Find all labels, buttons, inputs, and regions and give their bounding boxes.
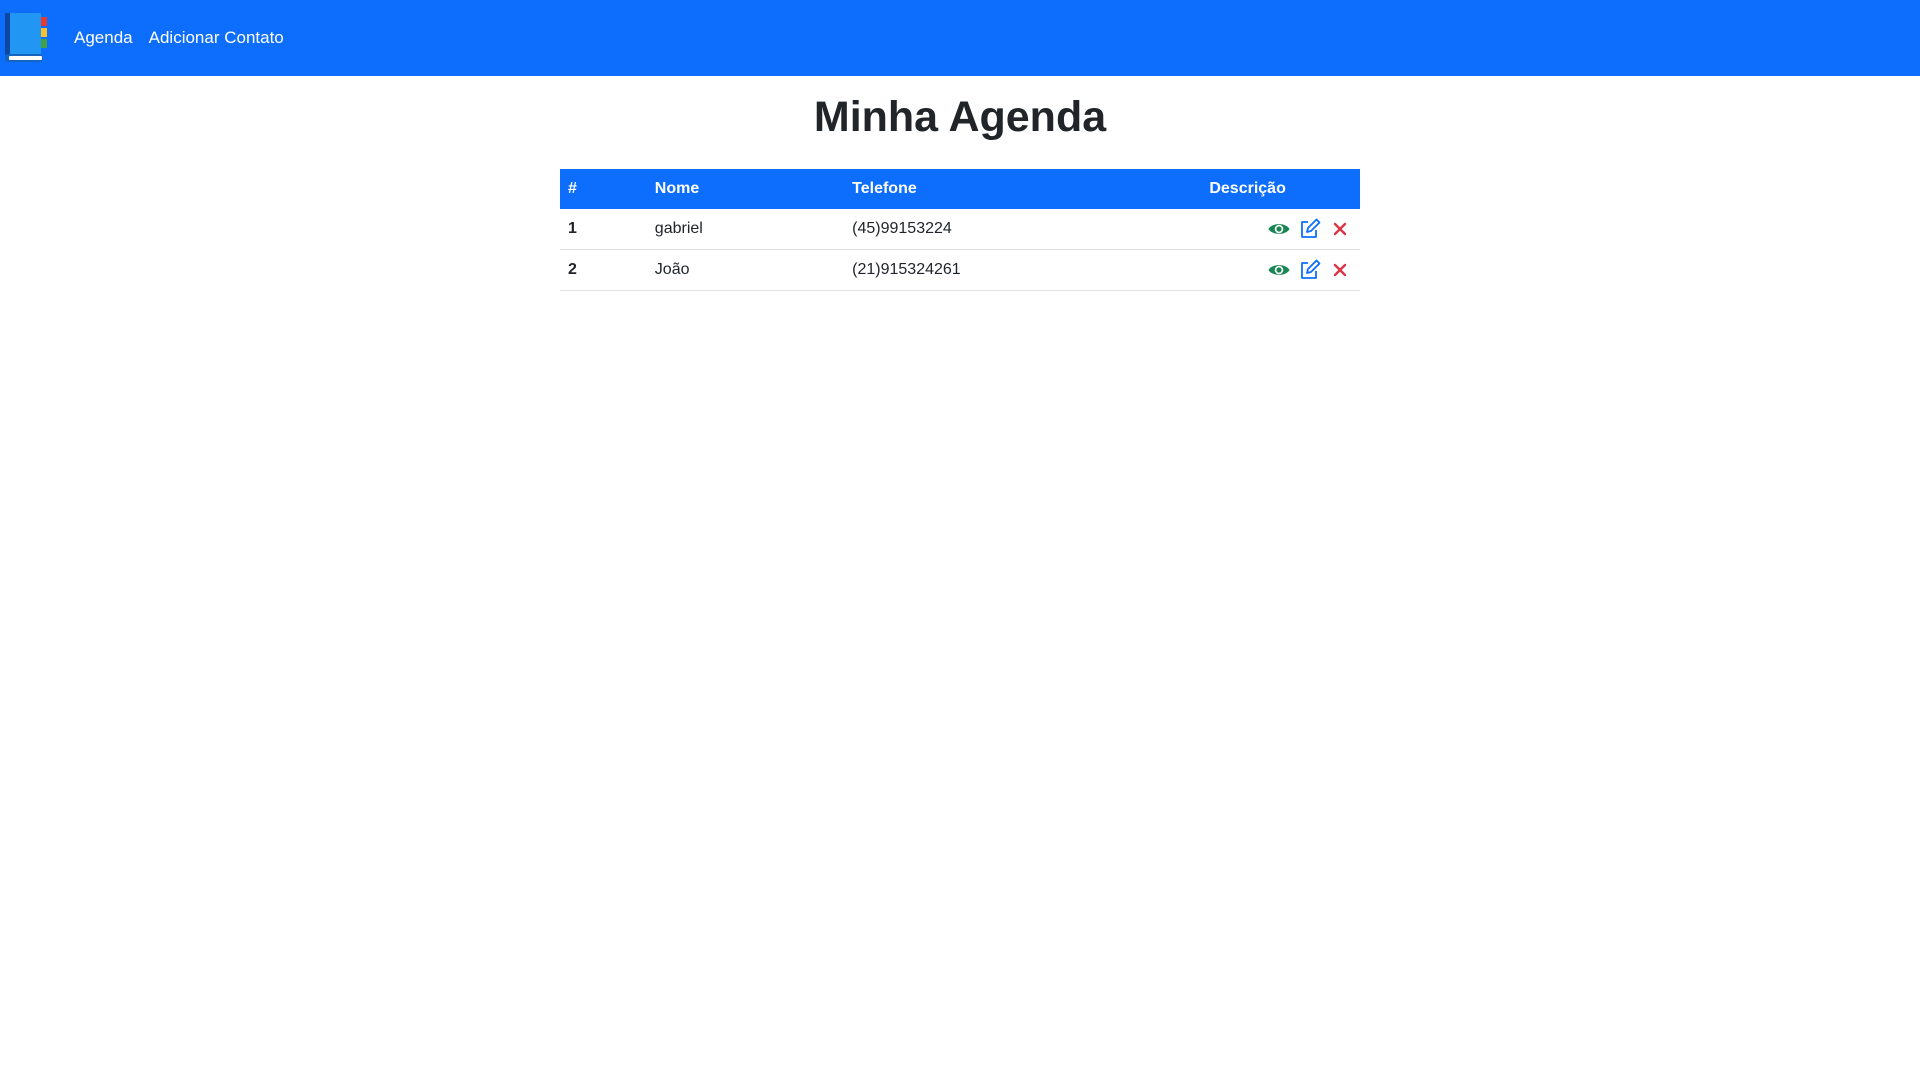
row-nome: gabriel: [646, 209, 845, 250]
nav-links: Agenda Adicionar Contato: [74, 0, 300, 76]
delete-icon[interactable]: [1328, 259, 1352, 281]
header-index: #: [560, 169, 647, 209]
row-actions: [1201, 209, 1360, 250]
row-index: 2: [560, 249, 647, 291]
row-telefone: (45)99153224: [844, 209, 1202, 250]
table-header: # Nome Telefone Descrição: [560, 169, 1360, 209]
row-telefone: (21)915324261: [844, 249, 1202, 291]
table-row: 1 gabriel (45)99153224: [560, 209, 1360, 250]
contacts-table: # Nome Telefone Descrição 1 gabriel (45)…: [560, 169, 1360, 291]
view-icon[interactable]: [1267, 218, 1291, 240]
nav-link-adicionar-contato[interactable]: Adicionar Contato: [149, 28, 284, 48]
row-nome: João: [646, 249, 845, 291]
header-telefone: Telefone: [844, 169, 1202, 209]
edit-icon[interactable]: [1298, 218, 1322, 240]
header-nome: Nome: [646, 169, 845, 209]
delete-icon[interactable]: [1328, 218, 1352, 240]
view-icon[interactable]: [1267, 259, 1291, 281]
page-title: Minha Agenda: [813, 93, 1107, 141]
header-descricao: Descrição: [1201, 169, 1360, 209]
row-index: 1: [560, 209, 647, 250]
row-actions: [1201, 249, 1360, 291]
edit-icon[interactable]: [1298, 259, 1322, 281]
nav-link-agenda[interactable]: Agenda: [74, 28, 133, 48]
address-book-icon[interactable]: [2, 12, 50, 64]
table-row: 2 João (21)915324261: [560, 249, 1360, 291]
navbar: Agenda Adicionar Contato: [0, 0, 1920, 76]
